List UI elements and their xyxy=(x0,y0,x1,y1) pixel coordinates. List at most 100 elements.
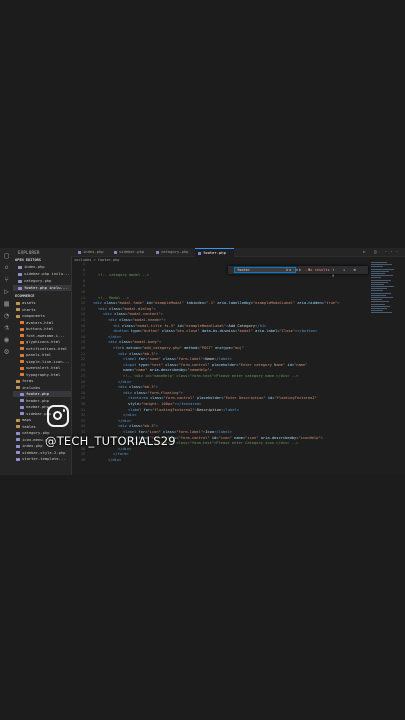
code-token: "Close" xyxy=(279,329,296,334)
source-control-icon[interactable]: ⑂ xyxy=(2,275,11,284)
files-icon[interactable]: ▢ xyxy=(2,251,11,260)
code-token: <div xyxy=(108,340,117,345)
code-line: <button type="button" class="btn-close" … xyxy=(113,329,317,335)
file-label: includes xyxy=(22,384,41,390)
minimap-line xyxy=(371,270,390,272)
code-token: type= xyxy=(136,362,150,367)
code-token: > xyxy=(160,312,163,317)
code-token: class= xyxy=(106,306,123,311)
editor-tab[interactable]: sidebar.php xyxy=(111,248,150,256)
code-token: "POST" xyxy=(199,346,213,350)
code-token: "name" xyxy=(294,362,308,367)
editor-actions[interactable]: ▷ ◫ ··· xyxy=(363,248,401,256)
file-type-icon xyxy=(20,360,24,363)
file-type-icon xyxy=(18,286,22,290)
file-tree-item[interactable]: components xyxy=(13,313,71,319)
minimap-line xyxy=(371,307,387,309)
file-label: category.php xyxy=(24,278,52,283)
code-line: <label for="floatingTextarea2">Descripti… xyxy=(128,408,239,414)
open-editor-item[interactable]: footer.php inclu... xyxy=(13,285,71,291)
editor-tab-bar: index.php sidebar.php category.php footer.p… xyxy=(71,248,405,257)
breadcrumb[interactable]: includes > footer.php xyxy=(74,258,119,262)
code-token: > xyxy=(155,385,158,390)
editor-tab[interactable]: index.php xyxy=(75,248,114,256)
code-token: ></button> xyxy=(295,329,318,334)
run-debug-icon[interactable]: ▷ xyxy=(2,287,11,296)
code-token: class= xyxy=(116,318,133,322)
file-tree-item[interactable]: avatars.html xyxy=(13,320,71,326)
account-icon[interactable]: ◉ xyxy=(2,335,11,344)
open-editors-header[interactable]: OPEN EDITORS xyxy=(15,258,41,262)
file-tree-item[interactable]: buttons.html xyxy=(13,326,71,332)
file-type-icon xyxy=(18,265,22,269)
code-token: <h1 xyxy=(113,323,120,328)
code-token: type= xyxy=(128,329,142,334)
file-type-icon xyxy=(16,379,20,383)
file-tree-item[interactable]: forms xyxy=(13,378,71,384)
file-type-icon xyxy=(20,327,24,331)
code-token: "exampleModal" xyxy=(152,301,185,306)
minimap[interactable] xyxy=(371,262,397,322)
file-type-icon xyxy=(16,444,20,448)
gear-icon[interactable]: ⚙ xyxy=(2,347,11,356)
file-tree-item[interactable]: sidebar-style-2.php xyxy=(13,449,71,456)
file-type-icon xyxy=(20,392,24,396)
extensions-icon[interactable]: ▦ xyxy=(2,299,11,308)
code-token: > xyxy=(159,340,162,345)
code-token: id= xyxy=(265,396,275,401)
code-token: <div xyxy=(118,351,127,356)
editor-tab[interactable]: footer.php xyxy=(195,248,234,257)
code-token: </h1> xyxy=(255,323,267,328)
file-tree-item[interactable]: simple-line-icon... xyxy=(13,359,71,365)
open-editor-item[interactable]: category.php xyxy=(13,278,71,284)
file-label: sidebar-style-2.php xyxy=(22,449,66,455)
file-tree-item[interactable]: header.php xyxy=(13,398,71,404)
file-tree-item[interactable]: notifications.html xyxy=(13,346,71,352)
code-token: "name" xyxy=(147,357,161,362)
code-token: tabindex= xyxy=(184,301,207,306)
php-file-icon xyxy=(114,250,117,254)
code-token: "floatingTextarea2" xyxy=(152,407,195,412)
editor-tab[interactable]: category.php xyxy=(153,248,192,256)
open-editor-item[interactable]: sidebar.php inclu... xyxy=(13,271,71,277)
open-editor-item[interactable]: index.php xyxy=(13,264,71,270)
code-token: id= xyxy=(175,323,185,328)
code-token: "nameHelp" xyxy=(187,368,210,373)
file-label: forms xyxy=(22,378,34,383)
project-folder-header[interactable]: ECOMMERCE xyxy=(15,294,34,298)
code-token: "icon" xyxy=(245,435,259,440)
code-token: aria-describedby= xyxy=(258,435,299,440)
file-tree-item[interactable]: assets xyxy=(13,300,71,306)
find-nav-buttons[interactable]: ↑ ↓ ≡ × xyxy=(332,267,368,279)
file-type-icon xyxy=(20,399,24,402)
code-token: class= xyxy=(111,312,128,317)
file-type-icon xyxy=(20,373,24,376)
minimap-line xyxy=(371,277,382,279)
minimap-line xyxy=(371,303,385,305)
testing-icon[interactable]: ⚗ xyxy=(2,323,11,332)
file-type-icon xyxy=(20,334,24,337)
php-file-icon xyxy=(198,251,201,255)
code-token: "btn-close" xyxy=(175,329,200,334)
code-token: </div> xyxy=(118,418,132,423)
code-token: for= xyxy=(141,407,153,412)
code-token: class= xyxy=(126,351,143,356)
file-tree-item[interactable]: font-awesome-i... xyxy=(13,333,71,339)
code-token: placeholder= xyxy=(209,362,239,367)
file-label: glyphicons.html xyxy=(26,339,61,344)
file-type-icon xyxy=(20,321,24,324)
file-tree-item[interactable]: charts xyxy=(13,307,71,313)
file-tree-item[interactable]: includes xyxy=(13,384,71,391)
instagram-lens xyxy=(53,411,62,420)
remote-icon[interactable]: ◔ xyxy=(2,311,11,320)
search-icon[interactable]: ⌕ xyxy=(2,263,11,272)
file-tree-item[interactable]: glyphicons.html xyxy=(13,339,71,345)
file-tree-item[interactable]: typography.html xyxy=(13,372,71,378)
file-tree-item[interactable]: starter-template... xyxy=(13,456,71,462)
code-token: <div xyxy=(108,318,117,322)
file-tree-item[interactable]: footer.php xyxy=(13,391,71,397)
code-token: "mb-3" xyxy=(142,351,156,356)
file-type-icon xyxy=(18,279,22,283)
file-tree-item[interactable]: sweetalert.html xyxy=(13,365,71,371)
file-tree-item[interactable]: panels.html xyxy=(13,352,71,358)
